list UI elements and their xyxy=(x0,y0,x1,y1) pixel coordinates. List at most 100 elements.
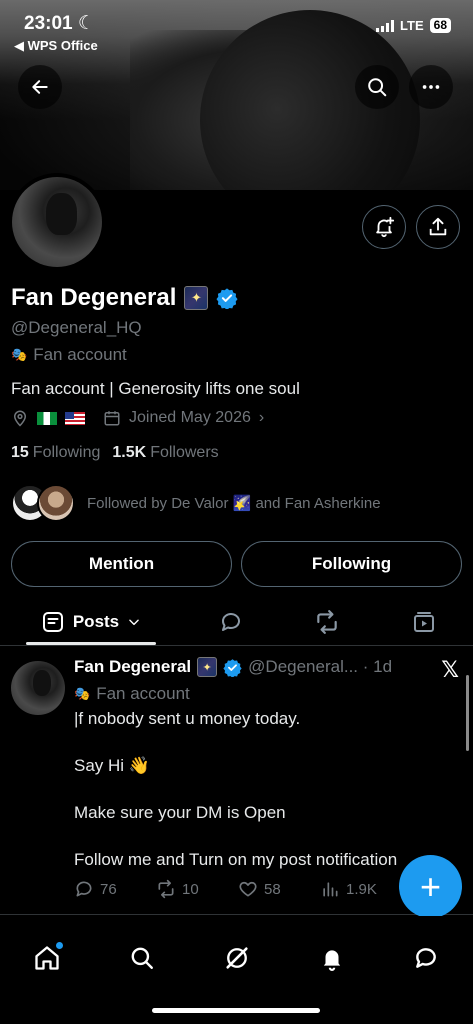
mention-button[interactable]: Mention xyxy=(11,541,232,587)
follower-avatar-2 xyxy=(37,484,75,522)
profile-label-text: Fan account xyxy=(33,345,127,364)
verified-badge-icon xyxy=(223,658,242,677)
chevron-down-icon xyxy=(129,619,139,626)
post-text-line: Follow me and Turn on my post notificati… xyxy=(74,850,398,869)
compose-button[interactable]: + xyxy=(399,855,462,918)
reply-icon xyxy=(76,881,92,897)
nav-notifications[interactable] xyxy=(314,940,350,976)
tab-posts-label: Posts xyxy=(72,612,120,631)
repost-icon xyxy=(158,879,174,899)
reply-count: 76 xyxy=(100,880,117,898)
mask-icon: 🎭 xyxy=(74,686,91,701)
search-icon xyxy=(368,78,387,97)
notification-dot xyxy=(56,942,63,949)
followers-stat[interactable]: 1.5K Followers xyxy=(112,444,218,462)
profile-label: 🎭 Fan account xyxy=(11,345,127,365)
profile-bio: Fan account | Generosity lifts one soul xyxy=(11,379,300,398)
profile-meta: Joined May 2026 › xyxy=(11,409,264,427)
x-logo-icon: 𝕏 xyxy=(441,657,459,682)
grok-icon xyxy=(226,947,248,969)
notify-button[interactable] xyxy=(362,205,406,249)
tab-reposts[interactable] xyxy=(304,598,350,646)
calendar-icon xyxy=(104,411,120,426)
profile-avatar[interactable] xyxy=(8,173,106,271)
home-indicator[interactable] xyxy=(152,1008,320,1013)
verified-badge-icon[interactable] xyxy=(216,287,238,309)
post-text-line: Make sure your DM is Open xyxy=(74,803,286,822)
status-indicators: LTE 68 xyxy=(376,18,451,33)
share-icon xyxy=(429,217,447,236)
more-button[interactable] xyxy=(409,65,453,109)
galaxy-emoji-icon: ✦ xyxy=(184,286,209,310)
followers-count: 1.5K xyxy=(112,444,147,461)
like-action[interactable]: 58 xyxy=(238,879,320,899)
reply-icon xyxy=(222,613,240,631)
post-handle-time: @Degeneral... · 1d xyxy=(248,657,393,676)
like-count: 58 xyxy=(264,880,281,898)
back-to-app-link[interactable]: ◀ WPS Office xyxy=(14,38,98,54)
reply-action[interactable]: 76 xyxy=(74,879,156,899)
back-button[interactable] xyxy=(18,65,62,109)
nav-messages[interactable] xyxy=(408,940,444,976)
share-button[interactable] xyxy=(416,205,460,249)
post-text-line: |f nobody sent u money today. xyxy=(74,709,301,728)
views-action[interactable]: 1.9K xyxy=(320,879,402,899)
chevron-right-icon[interactable]: › xyxy=(259,409,264,427)
profile-name: Fan Degeneral xyxy=(11,284,177,311)
bottom-navigation xyxy=(0,916,473,1024)
post-author-label: 🎭 Fan account xyxy=(74,684,190,704)
following-label: Following xyxy=(32,444,101,461)
more-icon xyxy=(422,85,440,89)
search-button[interactable] xyxy=(355,65,399,109)
repost-action[interactable]: 10 xyxy=(156,879,238,899)
post-text-line: Say Hi 👋 xyxy=(74,756,150,775)
status-bar: 23:01 ☾ ◀ WPS Office LTE 68 xyxy=(0,10,473,54)
battery-icon: 68 xyxy=(429,18,451,33)
plus-icon: + xyxy=(419,865,442,907)
profile-tabs: Posts xyxy=(0,598,473,646)
mask-icon: 🎭 xyxy=(11,347,28,362)
scrollbar[interactable] xyxy=(466,675,469,751)
nav-home[interactable] xyxy=(29,940,65,976)
post-author-label-text: Fan account xyxy=(96,684,190,703)
search-icon xyxy=(131,947,153,969)
profile-handle: @Degeneral_HQ xyxy=(11,318,142,337)
heart-icon xyxy=(239,881,257,897)
bell-plus-icon xyxy=(376,216,395,238)
tab-active-indicator xyxy=(26,642,156,645)
nigeria-flag-icon xyxy=(37,411,57,425)
bell-icon xyxy=(323,950,341,971)
status-time: 23:01 ☾ xyxy=(24,13,95,34)
tab-replies[interactable] xyxy=(208,598,254,646)
tab-media[interactable] xyxy=(401,598,447,646)
signal-icon xyxy=(376,19,395,32)
nav-search[interactable] xyxy=(124,940,160,976)
profile-name-row: Fan Degeneral ✦ xyxy=(11,284,238,312)
post-header: Fan Degeneral ✦ @Degeneral... · 1d xyxy=(74,657,392,677)
tab-posts[interactable]: Posts xyxy=(26,598,156,646)
post-author-name[interactable]: Fan Degeneral xyxy=(74,657,191,677)
location-icon xyxy=(13,410,27,427)
nav-grok[interactable] xyxy=(219,940,255,976)
moon-icon: ☾ xyxy=(77,13,95,34)
following-stat[interactable]: 15 Following xyxy=(11,444,100,462)
follow-stats: 15 Following 1.5K Followers xyxy=(11,444,219,462)
views-icon xyxy=(323,882,338,897)
followed-by-row[interactable]: Followed by De Valor 🌠 and Fan Asherkine xyxy=(11,484,381,522)
followed-by-text: Followed by De Valor 🌠 and Fan Asherkine xyxy=(87,495,381,512)
following-count: 15 xyxy=(11,444,29,461)
post-avatar[interactable] xyxy=(11,661,65,715)
following-button[interactable]: Following xyxy=(241,541,462,587)
posts-icon xyxy=(42,612,63,632)
repost-count: 10 xyxy=(182,880,199,898)
arrow-left-icon xyxy=(32,80,48,94)
messages-icon xyxy=(416,948,436,968)
repost-icon xyxy=(317,610,337,634)
followers-label: Followers xyxy=(150,444,219,461)
galaxy-emoji-icon: ✦ xyxy=(197,657,218,677)
joined-date: Joined May 2026 xyxy=(129,409,251,426)
views-count: 1.9K xyxy=(346,880,377,898)
media-icon xyxy=(414,612,434,632)
post-actions: 76 10 58 1.9K xyxy=(74,879,402,899)
network-type: LTE xyxy=(400,18,424,33)
